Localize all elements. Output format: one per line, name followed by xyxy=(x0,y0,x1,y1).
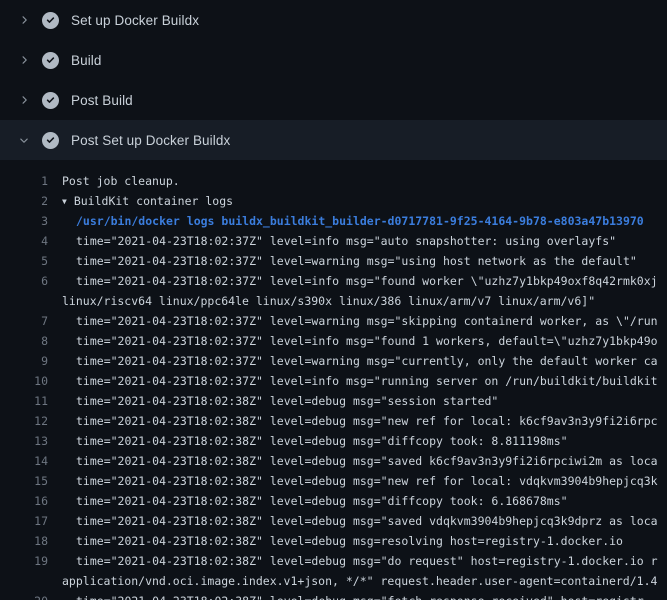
log-line-number: 18 xyxy=(0,531,48,551)
log-line: 1 Post job cleanup. xyxy=(0,171,667,191)
chevron-right-icon[interactable] xyxy=(16,12,32,28)
log-line-number: 16 xyxy=(0,491,48,511)
log-line: 13 time="2021-04-23T18:02:38Z" level=debu… xyxy=(0,431,667,451)
log-line-number: 14 xyxy=(0,451,48,471)
chevron-down-glyph xyxy=(18,134,30,146)
log-text: time="2021-04-23T18:02:38Z" level=debug … xyxy=(62,591,667,600)
log-text: linux/riscv64 linux/ppc64le linux/s390x … xyxy=(62,291,667,311)
log-line-number xyxy=(0,291,48,311)
chevron-right-glyph xyxy=(18,94,30,106)
log-line: 16 time="2021-04-23T18:02:38Z" level=debu… xyxy=(0,491,667,511)
log-text: time="2021-04-23T18:02:38Z" level=debug … xyxy=(62,451,667,471)
step-label: Post Build xyxy=(71,93,133,108)
log-line-number: 13 xyxy=(0,431,48,451)
log-line: 8 time="2021-04-23T18:02:37Z" level=info … xyxy=(0,331,667,351)
log-line: 7 time="2021-04-23T18:02:37Z" level=warni… xyxy=(0,311,667,331)
log-text: application/vnd.oci.image.index.v1+json,… xyxy=(62,571,667,591)
log-output: 1 Post job cleanup. 2 ▼ BuildKit container l… xyxy=(0,160,667,600)
log-line-number: 19 xyxy=(0,551,48,571)
log-line-number: 2 xyxy=(0,191,48,211)
log-text: time="2021-04-23T18:02:38Z" level=debug … xyxy=(62,431,667,451)
log-group-label[interactable]: BuildKit container logs xyxy=(74,194,233,208)
log-line-number: 4 xyxy=(0,231,48,251)
log-line: 20 time="2021-04-23T18:02:38Z" level=debu… xyxy=(0,591,667,600)
step-row-post-set-up-docker-buildx[interactable]: Post Set up Docker Buildx xyxy=(0,120,667,160)
log-line: 11 time="2021-04-23T18:02:38Z" level=debu… xyxy=(0,391,667,411)
check-circle-icon xyxy=(42,12,59,29)
log-text: time="2021-04-23T18:02:37Z" level=info m… xyxy=(62,331,667,351)
log-text: time="2021-04-23T18:02:37Z" level=info m… xyxy=(62,271,667,291)
log-line: 6 time="2021-04-23T18:02:37Z" level=info … xyxy=(0,271,667,291)
step-row-set-up-docker-buildx[interactable]: Set up Docker Buildx xyxy=(0,0,667,40)
check-circle-icon xyxy=(42,132,59,149)
log-line: 5 time="2021-04-23T18:02:37Z" level=warni… xyxy=(0,251,667,271)
log-wrap-line: application/vnd.oci.image.index.v1+json,… xyxy=(0,571,667,591)
log-line-number: 17 xyxy=(0,511,48,531)
log-text: time="2021-04-23T18:02:37Z" level=warnin… xyxy=(62,311,667,331)
log-line-number: 10 xyxy=(0,371,48,391)
log-text: time="2021-04-23T18:02:38Z" level=debug … xyxy=(62,551,667,571)
log-line: 14 time="2021-04-23T18:02:38Z" level=debu… xyxy=(0,451,667,471)
log-line-number: 3 xyxy=(0,211,48,231)
log-line-number xyxy=(0,571,48,591)
chevron-down-icon[interactable] xyxy=(16,132,32,148)
log-line-number: 20 xyxy=(0,591,48,600)
collapse-triangle-icon[interactable]: ▼ xyxy=(62,192,67,211)
log-text: /usr/bin/docker logs buildx_buildkit_bui… xyxy=(62,211,667,231)
step-row-build[interactable]: Build xyxy=(0,40,667,80)
log-command-line: 3/usr/bin/docker logs buildx_buildkit_bu… xyxy=(0,211,667,231)
chevron-right-icon[interactable] xyxy=(16,92,32,108)
log-line-number: 9 xyxy=(0,351,48,371)
log-text: time="2021-04-23T18:02:38Z" level=debug … xyxy=(62,511,667,531)
log-text: time="2021-04-23T18:02:38Z" level=debug … xyxy=(62,491,667,511)
log-line: 10 time="2021-04-23T18:02:37Z" level=info… xyxy=(0,371,667,391)
log-line-number: 11 xyxy=(0,391,48,411)
log-group-line: 2 ▼ BuildKit container logs xyxy=(0,191,667,211)
log-text: time="2021-04-23T18:02:37Z" level=info m… xyxy=(62,231,667,251)
job-steps-list: Set up Docker Buildx Build Post Build Post … xyxy=(0,0,667,160)
actions-log-viewer: Set up Docker Buildx Build Post Build Post … xyxy=(0,0,667,600)
log-line: 17 time="2021-04-23T18:02:38Z" level=debu… xyxy=(0,511,667,531)
check-circle-icon xyxy=(42,92,59,109)
chevron-right-glyph xyxy=(18,54,30,66)
log-line-number: 5 xyxy=(0,251,48,271)
step-row-post-build[interactable]: Post Build xyxy=(0,80,667,120)
log-text: time="2021-04-23T18:02:37Z" level=info m… xyxy=(62,371,667,391)
log-line: 18 time="2021-04-23T18:02:38Z" level=debu… xyxy=(0,531,667,551)
log-wrap-line: linux/riscv64 linux/ppc64le linux/s390x … xyxy=(0,291,667,311)
log-line-number: 6 xyxy=(0,271,48,291)
log-line-number: 15 xyxy=(0,471,48,491)
check-circle-icon xyxy=(42,52,59,69)
step-label: Set up Docker Buildx xyxy=(71,13,199,28)
log-text: time="2021-04-23T18:02:38Z" level=debug … xyxy=(62,391,667,411)
step-label: Build xyxy=(71,53,102,68)
chevron-right-glyph xyxy=(18,14,30,26)
log-line-number: 1 xyxy=(0,171,48,191)
log-line: 4 time="2021-04-23T18:02:37Z" level=info … xyxy=(0,231,667,251)
log-line: 15 time="2021-04-23T18:02:38Z" level=debu… xyxy=(0,471,667,491)
log-text: time="2021-04-23T18:02:38Z" level=debug … xyxy=(62,471,667,491)
log-line: 19 time="2021-04-23T18:02:38Z" level=debu… xyxy=(0,551,667,571)
log-line-number: 12 xyxy=(0,411,48,431)
log-line: 9 time="2021-04-23T18:02:37Z" level=warni… xyxy=(0,351,667,371)
log-line-number: 8 xyxy=(0,331,48,351)
log-line: 12 time="2021-04-23T18:02:38Z" level=debu… xyxy=(0,411,667,431)
log-text: time="2021-04-23T18:02:38Z" level=debug … xyxy=(62,531,667,551)
log-text: time="2021-04-23T18:02:37Z" level=warnin… xyxy=(62,251,667,271)
step-label: Post Set up Docker Buildx xyxy=(71,133,230,148)
log-line-number: 7 xyxy=(0,311,48,331)
chevron-right-icon[interactable] xyxy=(16,52,32,68)
log-text: time="2021-04-23T18:02:37Z" level=warnin… xyxy=(62,351,667,371)
log-text: time="2021-04-23T18:02:38Z" level=debug … xyxy=(62,411,667,431)
log-text: Post job cleanup. xyxy=(62,171,667,191)
